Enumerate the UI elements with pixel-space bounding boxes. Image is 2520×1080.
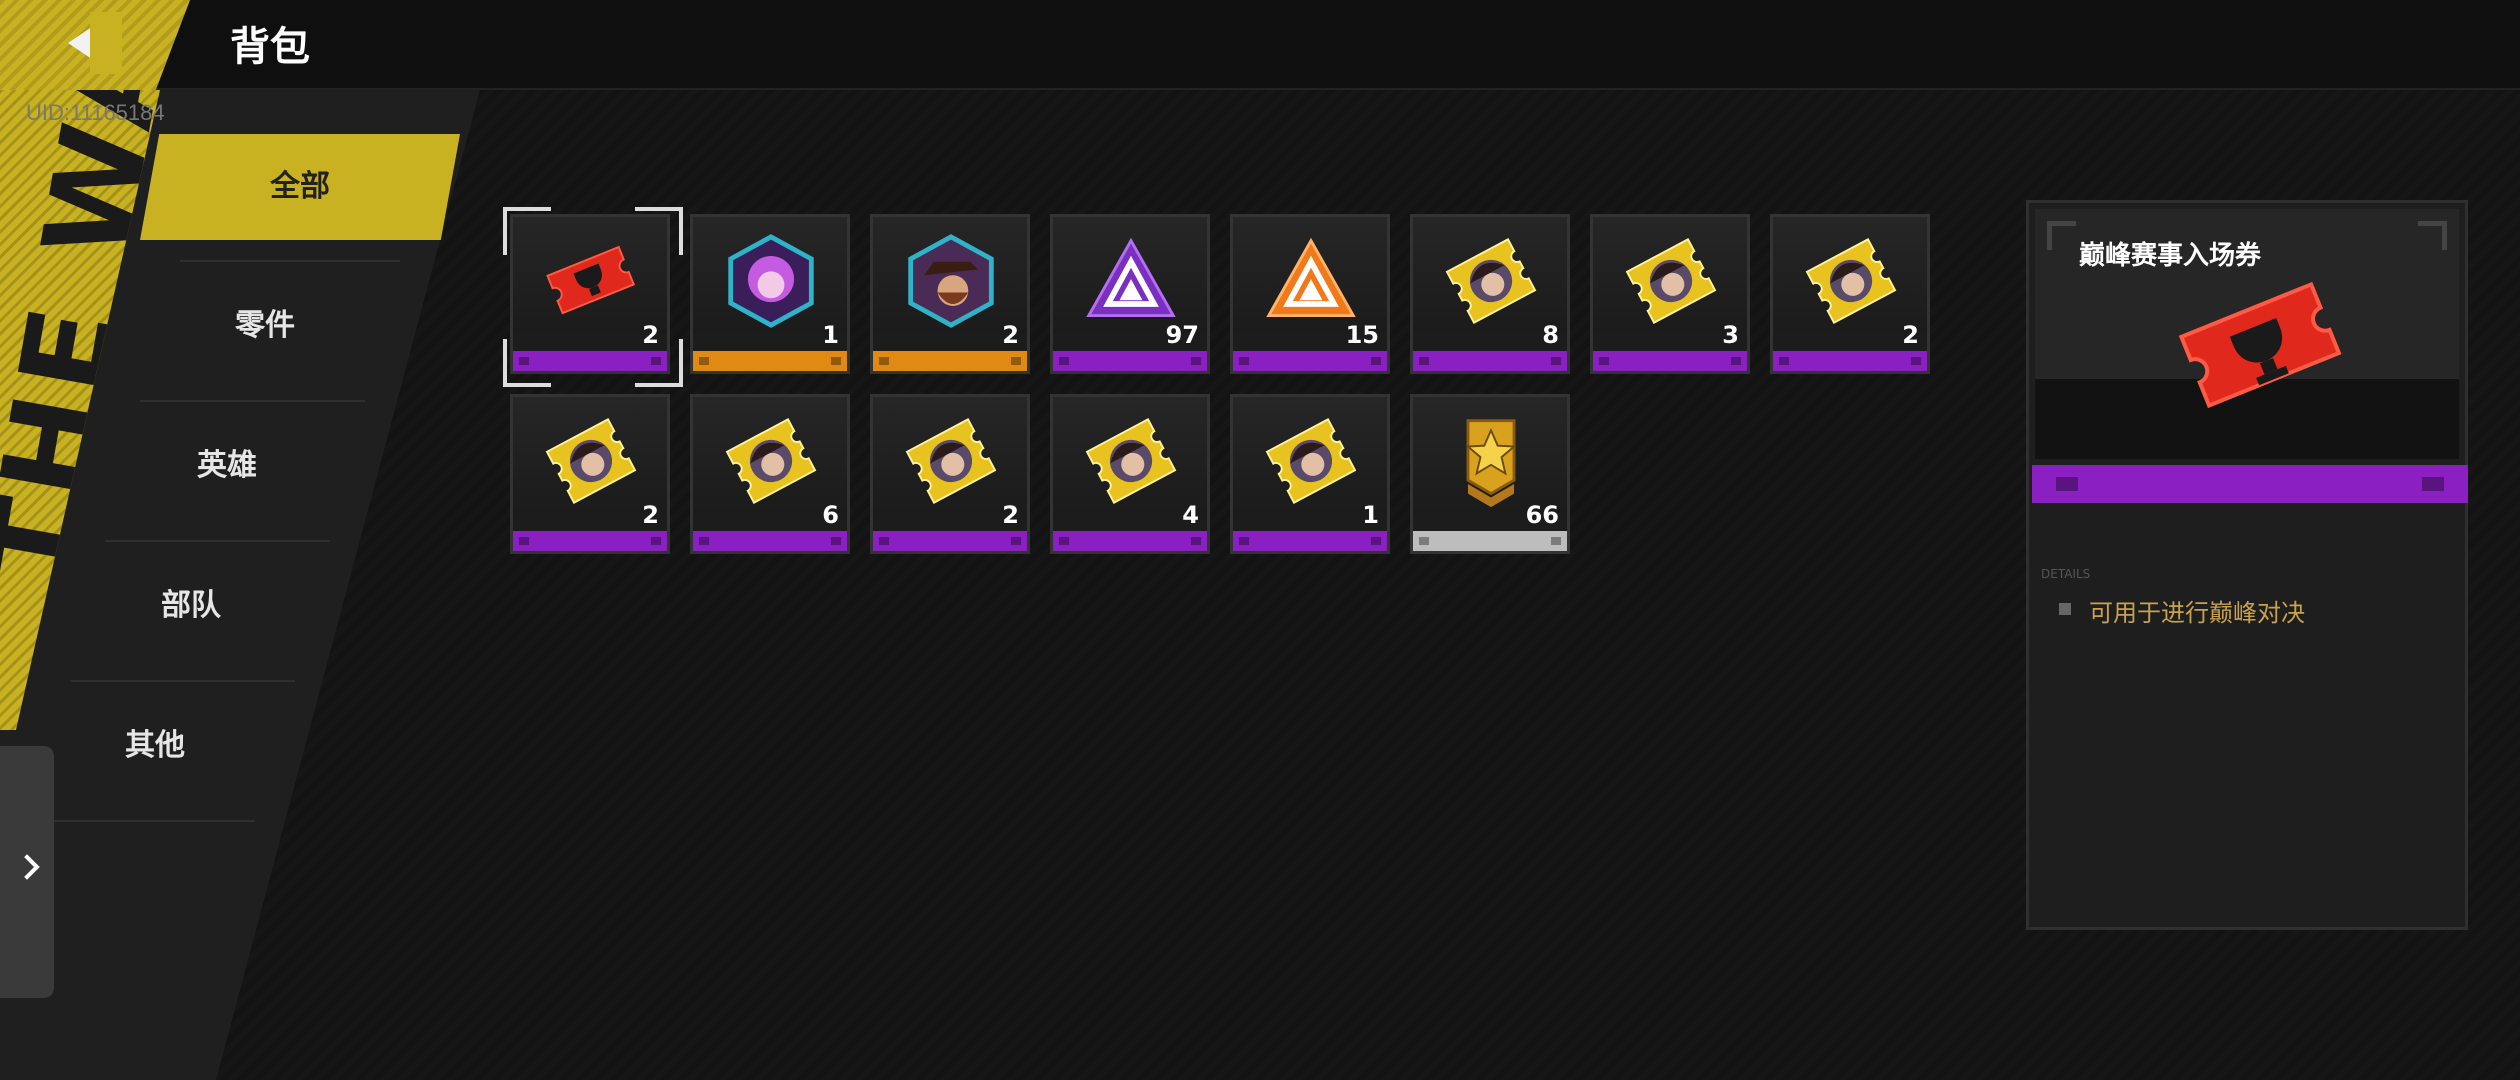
hero-hex-pink-icon <box>728 234 814 328</box>
rarity-bar <box>1413 531 1567 551</box>
tab-heroes[interactable]: 英雄 <box>102 436 352 496</box>
inventory-item[interactable]: 1 <box>690 214 850 374</box>
item-count: 1 <box>1362 501 1379 529</box>
inventory-item[interactable]: 2 <box>870 214 1030 374</box>
frame-corner <box>2418 221 2447 250</box>
divider <box>140 400 365 402</box>
item-count: 97 <box>1165 321 1199 349</box>
tab-label: 其他 <box>125 728 185 763</box>
item-count: 2 <box>1902 321 1919 349</box>
item-description: 可用于进行巅峰对决 <box>2089 599 2305 627</box>
item-count: 1 <box>822 321 839 349</box>
item-count: 2 <box>1002 321 1019 349</box>
tab-label: 零件 <box>235 308 295 343</box>
rarity-bar <box>1593 351 1747 371</box>
divider <box>180 260 400 262</box>
inventory-item[interactable]: 3 <box>1590 214 1750 374</box>
inventory-item[interactable]: 8 <box>1410 214 1570 374</box>
orange-triangle-icon <box>1266 237 1356 317</box>
rarity-bar <box>1233 531 1387 551</box>
hero-ticket-icon <box>725 418 817 504</box>
item-detail-panel: 巅峰赛事入场券 DETAILS 可用于进行巅峰对决 <box>2026 200 2468 930</box>
hero-ticket-icon <box>905 418 997 504</box>
frame-corner <box>2047 221 2076 250</box>
tab-troops[interactable]: 部队 <box>66 576 316 636</box>
item-count: 15 <box>1345 321 1379 349</box>
bullet-icon <box>2059 603 2071 615</box>
item-count: 2 <box>642 501 659 529</box>
inventory-item[interactable]: 2 <box>870 394 1030 554</box>
item-count: 66 <box>1525 501 1559 529</box>
back-button[interactable] <box>0 0 190 90</box>
item-count: 6 <box>822 501 839 529</box>
tab-other[interactable]: 其他 <box>30 716 280 776</box>
tab-label: 全部 <box>270 169 330 204</box>
rarity-bar <box>513 531 667 551</box>
rarity-bar <box>1233 351 1387 371</box>
divider <box>40 820 255 822</box>
item-count: 4 <box>1182 501 1199 529</box>
item-count: 2 <box>1002 501 1019 529</box>
uid-label: UID:11165184 <box>26 100 165 125</box>
hero-ticket-icon <box>1805 238 1897 324</box>
hero-ticket-icon <box>1625 238 1717 324</box>
rarity-bar <box>1413 351 1567 371</box>
red-ticket-icon <box>2178 281 2342 409</box>
inventory-item[interactable]: 2 <box>1770 214 1930 374</box>
selection-frame <box>503 207 683 387</box>
inventory-item[interactable]: 6 <box>690 394 850 554</box>
divider <box>70 680 295 682</box>
inventory-item[interactable]: 1 <box>1230 394 1390 554</box>
tab-parts[interactable]: 零件 <box>140 296 390 356</box>
inventory-item[interactable]: 2 <box>503 207 683 387</box>
tab-label: 英雄 <box>197 448 257 483</box>
hero-ticket-icon <box>1265 418 1357 504</box>
item-count: 8 <box>1542 321 1559 349</box>
inventory-item[interactable]: 4 <box>1050 394 1210 554</box>
star-badge-icon <box>1465 419 1517 508</box>
hero-ticket-icon <box>1085 418 1177 504</box>
hero-ticket-icon <box>1445 238 1537 324</box>
inventory-item[interactable]: 97 <box>1050 214 1210 374</box>
back-arrow-icon <box>68 12 114 74</box>
top-bar: 背包 <box>0 0 2520 90</box>
detail-preview: 巅峰赛事入场券 <box>2035 209 2459 459</box>
expand-drawer-button[interactable] <box>0 746 54 998</box>
rarity-bar <box>693 531 847 551</box>
tab-all[interactable]: 全部 <box>140 134 460 240</box>
rarity-bar <box>873 531 1027 551</box>
inventory-item[interactable]: 15 <box>1230 214 1390 374</box>
tab-label: 部队 <box>161 588 221 623</box>
rarity-bar <box>1053 351 1207 371</box>
chevron-right-icon <box>14 854 40 880</box>
details-label: DETAILS <box>2041 567 2091 581</box>
inventory-item[interactable]: 66 <box>1410 394 1570 554</box>
rarity-bar <box>873 351 1027 371</box>
rarity-bar <box>693 351 847 371</box>
inventory-item[interactable]: 2 <box>510 394 670 554</box>
purple-triangle-icon <box>1086 237 1176 317</box>
divider <box>105 540 330 542</box>
page-title: 背包 <box>230 24 310 70</box>
item-count: 3 <box>1722 321 1739 349</box>
rarity-bar <box>2032 465 2468 503</box>
rarity-bar <box>1773 351 1927 371</box>
hero-ticket-icon <box>545 418 637 504</box>
hero-hex-hat-icon <box>908 234 994 328</box>
rarity-bar <box>1053 531 1207 551</box>
